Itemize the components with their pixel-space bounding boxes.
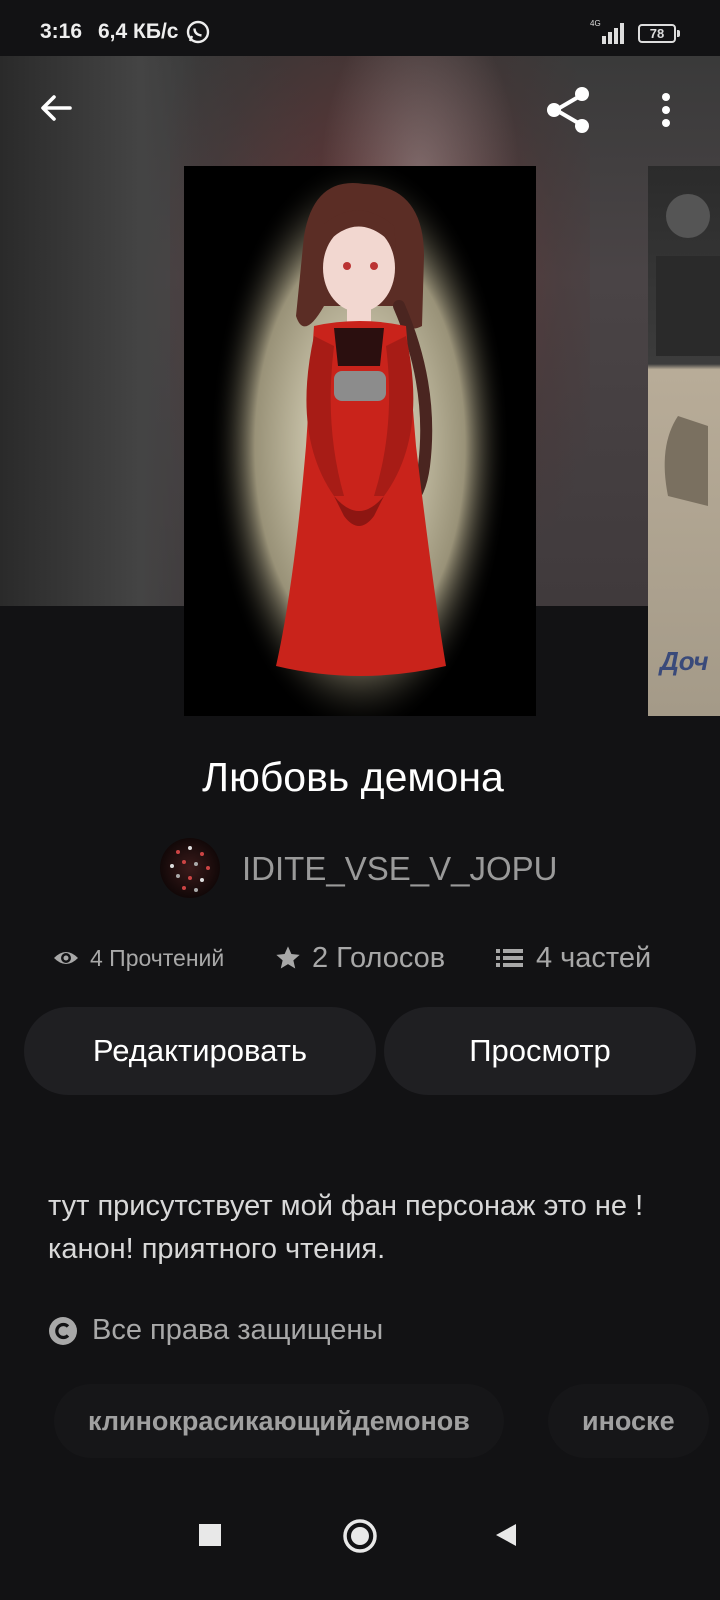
status-bar: 3:16 6,4 КБ/с 4G 78 xyxy=(0,0,720,56)
list-icon xyxy=(496,949,523,967)
copyright-icon xyxy=(49,1316,77,1345)
status-network-speed: 6,4 КБ/с xyxy=(98,20,179,43)
system-navigation-bar xyxy=(0,1510,720,1600)
cover-illustration xyxy=(210,166,510,716)
votes-count: 2 Голосов xyxy=(312,941,446,974)
star-icon xyxy=(276,946,300,969)
next-cover-title: Доч xyxy=(660,646,709,676)
signal-icon: 4G xyxy=(590,19,624,44)
reads-count: 4 Прочтений xyxy=(90,944,225,971)
view-button[interactable]: Просмотр xyxy=(384,1007,696,1095)
battery-indicator: 78 xyxy=(638,24,680,43)
copyright-text: Все права защищены xyxy=(92,1314,384,1346)
home-button[interactable] xyxy=(342,1518,378,1559)
network-type-label: 4G xyxy=(590,19,601,28)
triangle-back-icon xyxy=(496,1524,516,1546)
share-button[interactable] xyxy=(542,84,594,141)
avatar-pattern xyxy=(170,846,210,892)
more-options-button[interactable] xyxy=(660,92,672,133)
votes-stat: 2 Голосов xyxy=(274,938,445,978)
nav-back-button[interactable] xyxy=(494,1522,518,1553)
more-vertical-icon xyxy=(662,93,670,127)
tag-chip[interactable]: иноске xyxy=(548,1384,709,1458)
avatar[interactable] xyxy=(160,838,220,898)
recents-button[interactable] xyxy=(198,1523,222,1552)
story-title: Любовь демона xyxy=(202,754,504,800)
tag-chip[interactable]: клинокрасикающийдемонов xyxy=(54,1384,504,1458)
parts-count: 4 частей xyxy=(536,941,652,974)
reads-stat: 4 Прочтений xyxy=(52,938,224,978)
eye-icon xyxy=(54,952,78,964)
parts-stat: 4 частей xyxy=(496,938,651,978)
story-description: тут присутствует мой фан персонаж это не… xyxy=(48,1190,644,1265)
story-cover[interactable] xyxy=(184,166,536,716)
next-cover-figure xyxy=(656,194,720,506)
whatsapp-icon xyxy=(186,20,210,44)
square-icon xyxy=(199,1524,221,1546)
arrow-left-icon xyxy=(41,95,72,121)
tags-row: клинокрасикающийдемонов иноске xyxy=(0,1384,720,1458)
circle-icon xyxy=(343,1519,377,1553)
author-name[interactable]: IDITE_VSE_V_JOPU xyxy=(242,850,557,888)
edit-button[interactable]: Редактировать xyxy=(24,1007,376,1095)
battery-level: 78 xyxy=(649,26,665,41)
story-stats: 4 Прочтений 2 Голосов 4 частей xyxy=(0,938,720,978)
copyright-row: Все права защищены xyxy=(48,1314,383,1347)
status-time: 3:16 xyxy=(40,20,83,43)
back-button[interactable] xyxy=(36,88,76,133)
share-icon xyxy=(547,87,589,133)
next-story-cover[interactable]: Доч xyxy=(648,166,720,716)
